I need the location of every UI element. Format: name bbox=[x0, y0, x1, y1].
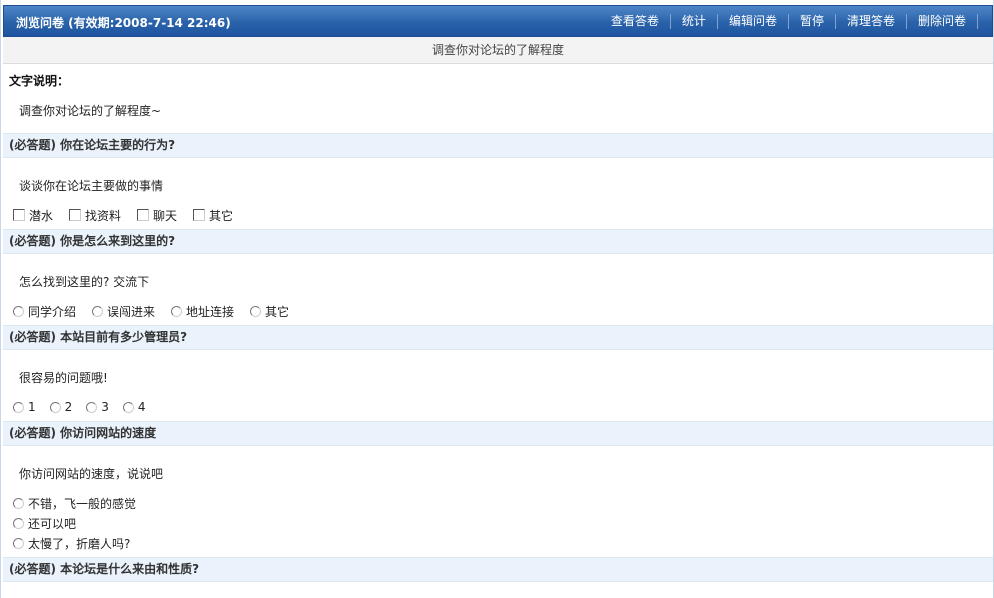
q4-option[interactable]: 太慢了，折磨人吗? bbox=[13, 533, 136, 553]
question-4-desc: 你访问网站的速度，说说吧 bbox=[19, 467, 164, 481]
q3-option[interactable]: 1 bbox=[13, 397, 36, 417]
option-label: 2 bbox=[64, 400, 73, 414]
question-1-desc: 谈谈你在论坛主要做的事情 bbox=[19, 179, 164, 193]
radio-button[interactable] bbox=[13, 401, 24, 413]
radio-button[interactable] bbox=[13, 537, 24, 549]
question-5-title: (必答题) 本论坛是什么来由和性质? bbox=[3, 557, 993, 582]
question-3-title: (必答题) 本站目前有多少管理员? bbox=[3, 325, 993, 350]
question-4-title: (必答题) 你访问网站的速度 bbox=[3, 421, 993, 446]
question-3-options: 1 2 3 4 bbox=[13, 397, 160, 417]
checkbox[interactable] bbox=[69, 209, 82, 221]
question-2-desc: 怎么找到这里的? 交流下 bbox=[19, 275, 150, 289]
checkbox[interactable] bbox=[193, 209, 206, 221]
survey-subtitle: 调查你对论坛的了解程度 bbox=[3, 37, 993, 64]
q3-option[interactable]: 2 bbox=[49, 397, 73, 417]
option-label: 找资料 bbox=[85, 208, 122, 223]
delete-survey-link[interactable]: 删除问卷 bbox=[907, 14, 978, 29]
question-2-title: (必答题) 你是怎么来到这里的? bbox=[3, 229, 993, 254]
option-label: 1 bbox=[28, 400, 36, 414]
toolbar: 查看答卷 统计 编辑问卷 暂停 清理答卷 删除问卷 bbox=[600, 14, 978, 29]
option-label: 潜水 bbox=[29, 208, 54, 223]
option-label: 同学介绍 bbox=[28, 304, 77, 319]
checkbox[interactable] bbox=[13, 209, 25, 221]
option-label: 其它 bbox=[265, 304, 290, 319]
question-1-title: (必答题) 你在论坛主要的行为? bbox=[3, 133, 993, 158]
radio-button[interactable] bbox=[86, 401, 98, 413]
statistics-link[interactable]: 统计 bbox=[671, 14, 718, 29]
question-1-options: 潜水 找资料 聊天 其它 bbox=[13, 205, 249, 225]
question-3-desc: 很容易的问题哦! bbox=[19, 371, 108, 385]
survey-header: 浏览问卷 (有效期:2008-7-14 22:46) 查看答卷 统计 编辑问卷 … bbox=[3, 5, 993, 37]
radio-button[interactable] bbox=[13, 305, 24, 317]
q1-option[interactable]: 潜水 bbox=[13, 205, 53, 225]
option-label: 太慢了，折磨人吗? bbox=[28, 536, 131, 551]
q1-option[interactable]: 其它 bbox=[193, 205, 233, 225]
radio-button[interactable] bbox=[13, 497, 24, 509]
radio-button[interactable] bbox=[13, 517, 24, 529]
option-label: 地址连接 bbox=[186, 304, 235, 319]
view-answers-link[interactable]: 查看答卷 bbox=[600, 14, 671, 29]
q3-option[interactable]: 4 bbox=[122, 397, 146, 417]
option-label: 3 bbox=[101, 400, 109, 414]
radio-button[interactable] bbox=[122, 401, 134, 413]
radio-button[interactable] bbox=[171, 305, 183, 317]
survey-page: 浏览问卷 (有效期:2008-7-14 22:46) 查看答卷 统计 编辑问卷 … bbox=[0, 0, 994, 598]
checkbox[interactable] bbox=[137, 209, 150, 221]
option-label: 不错，飞一般的感觉 bbox=[28, 496, 137, 511]
intro-text: 调查你对论坛的了解程度~ bbox=[19, 104, 162, 118]
question-4-options: 不错，飞一般的感觉 还可以吧 太慢了，折磨人吗? bbox=[13, 493, 152, 553]
radio-button[interactable] bbox=[92, 305, 104, 317]
q2-option[interactable]: 地址连接 bbox=[171, 301, 234, 321]
survey-title: 浏览问卷 (有效期:2008-7-14 22:46) bbox=[16, 16, 231, 30]
q1-option[interactable]: 找资料 bbox=[69, 205, 121, 225]
radio-button[interactable] bbox=[49, 401, 61, 413]
q2-option[interactable]: 其它 bbox=[250, 301, 289, 321]
q2-option[interactable]: 同学介绍 bbox=[13, 301, 76, 321]
q2-option[interactable]: 误闯进来 bbox=[92, 301, 155, 321]
option-label: 其它 bbox=[209, 208, 234, 223]
option-label: 还可以吧 bbox=[28, 516, 77, 531]
pause-link[interactable]: 暂停 bbox=[789, 14, 836, 29]
intro-label: 文字说明： bbox=[9, 74, 70, 88]
q3-option[interactable]: 3 bbox=[86, 397, 109, 417]
q1-option[interactable]: 聊天 bbox=[137, 205, 177, 225]
edit-survey-link[interactable]: 编辑问卷 bbox=[718, 14, 789, 29]
option-label: 聊天 bbox=[153, 208, 178, 223]
radio-button[interactable] bbox=[250, 305, 262, 317]
clear-answers-link[interactable]: 清理答卷 bbox=[836, 14, 907, 29]
q4-option[interactable]: 不错，飞一般的感觉 bbox=[13, 493, 136, 513]
option-label: 4 bbox=[137, 400, 146, 414]
q4-option[interactable]: 还可以吧 bbox=[13, 513, 136, 533]
option-label: 误闯进来 bbox=[107, 304, 156, 319]
question-2-options: 同学介绍 误闯进来 地址连接 其它 bbox=[13, 301, 305, 321]
